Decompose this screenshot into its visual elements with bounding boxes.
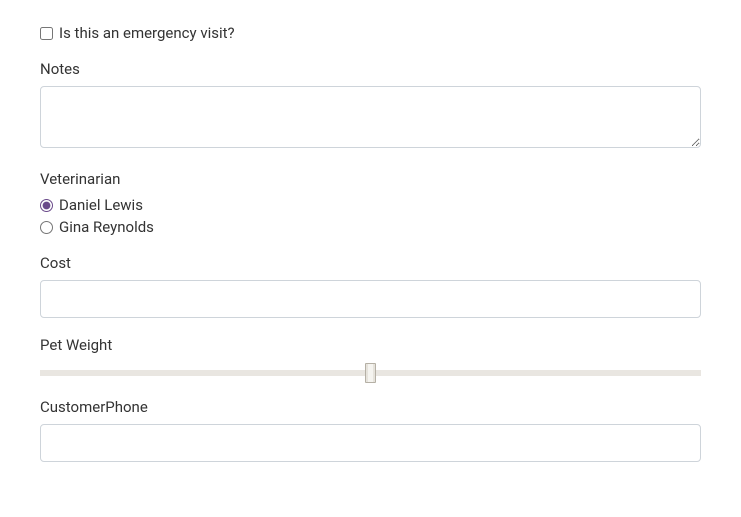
cost-label: Cost [40, 254, 701, 272]
cost-field: Cost [40, 254, 701, 318]
notes-label: Notes [40, 60, 701, 78]
veterinarian-option-label: Daniel Lewis [59, 196, 143, 214]
veterinarian-radio-group: Daniel Lewis Gina Reynolds [40, 196, 701, 236]
veterinarian-option: Daniel Lewis [40, 196, 701, 214]
notes-textarea[interactable] [40, 86, 701, 148]
pet-weight-field: Pet Weight [40, 336, 701, 380]
veterinarian-label: Veterinarian [40, 170, 701, 188]
veterinarian-option: Gina Reynolds [40, 218, 701, 236]
emergency-field: Is this an emergency visit? [40, 24, 701, 42]
customer-phone-label: CustomerPhone [40, 398, 701, 416]
veterinarian-radio-daniel-lewis[interactable] [40, 199, 53, 212]
customer-phone-field: CustomerPhone [40, 398, 701, 462]
veterinarian-field: Veterinarian Daniel Lewis Gina Reynolds [40, 170, 701, 236]
cost-input[interactable] [40, 280, 701, 318]
veterinarian-radio-gina-reynolds[interactable] [40, 221, 53, 234]
customer-phone-input[interactable] [40, 424, 701, 462]
emergency-checkbox[interactable] [40, 27, 53, 40]
veterinarian-option-label: Gina Reynolds [59, 218, 154, 236]
pet-weight-slider[interactable] [40, 370, 701, 376]
emergency-label: Is this an emergency visit? [59, 24, 235, 42]
pet-weight-label: Pet Weight [40, 336, 701, 354]
notes-field: Notes [40, 60, 701, 152]
